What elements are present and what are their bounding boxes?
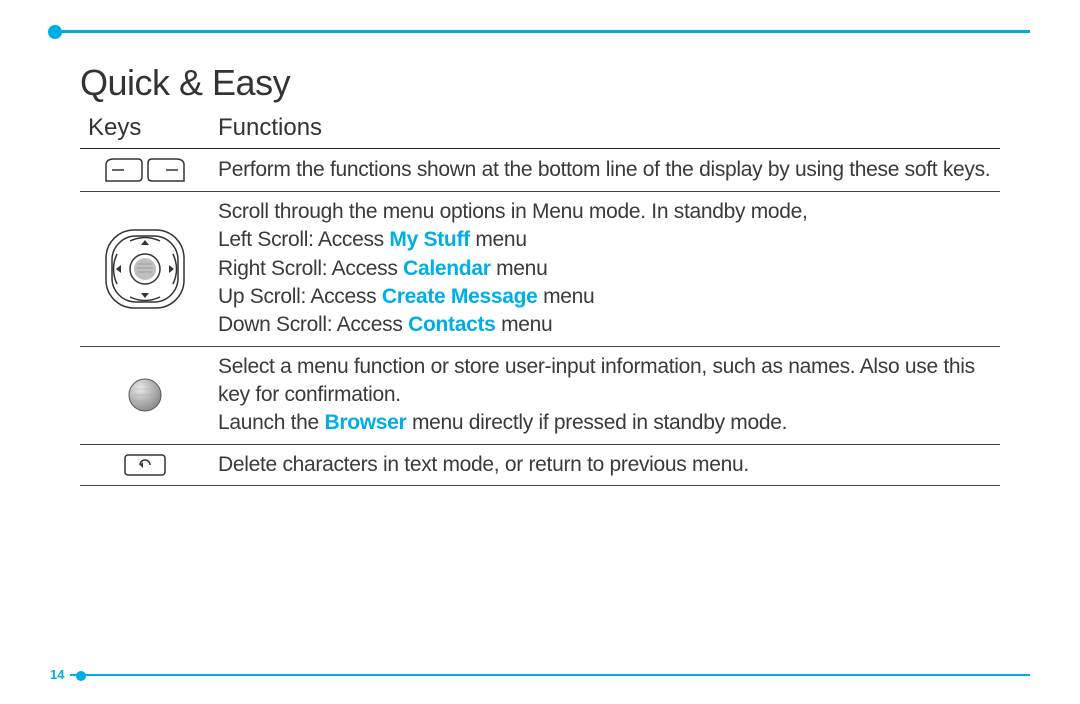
text-fragment: menu [496,313,553,336]
page-title: Quick & Easy [80,62,1000,104]
back-key-icon [122,452,168,478]
key-cell-center [80,346,210,444]
dpad-left-line: Left Scroll: Access My Stuff menu [218,226,992,254]
header-keys: Keys [80,112,210,149]
link-create-message[interactable]: Create Message [382,285,538,308]
text-fragment: Up Scroll: Access [218,285,382,308]
bottom-rule: 14 [50,674,1030,676]
function-cell: Delete characters in text mode, or retur… [210,444,1000,485]
table-row: Delete characters in text mode, or retur… [80,444,1000,485]
soft-keys-icon [102,155,188,185]
center-line-a: Select a menu function or store user-inp… [218,353,992,410]
dpad-right-line: Right Scroll: Access Calendar menu [218,255,992,283]
header-functions: Functions [210,112,1000,149]
center-line-b: Launch the Browser menu directly if pres… [218,409,992,437]
dpad-intro: Scroll through the menu options in Menu … [218,198,992,226]
page-number: 14 [50,667,70,682]
key-cell-dpad [80,192,210,347]
link-calendar[interactable]: Calendar [403,257,490,280]
function-text: Delete characters in text mode, or retur… [218,453,749,476]
function-text: Perform the functions shown at the botto… [218,158,990,181]
table-row: Perform the functions shown at the botto… [80,149,1000,192]
function-cell: Select a menu function or store user-inp… [210,346,1000,444]
text-fragment: Launch the [218,411,324,434]
footer: 14 [50,674,1030,676]
text-fragment: menu directly if pressed in standby mode… [406,411,787,434]
link-my-stuff[interactable]: My Stuff [389,228,469,251]
link-contacts[interactable]: Contacts [408,313,495,336]
key-cell-softkeys [80,149,210,192]
content-area: Quick & Easy Keys Functions [50,44,1030,486]
text-fragment: Left Scroll: Access [218,228,389,251]
page-frame: Quick & Easy Keys Functions [50,30,1030,664]
text-fragment: menu [470,228,527,251]
text-fragment: Down Scroll: Access [218,313,408,336]
key-cell-back [80,444,210,485]
dpad-down-line: Down Scroll: Access Contacts menu [218,311,992,339]
text-fragment: Right Scroll: Access [218,257,403,280]
table-row: Scroll through the menu options in Menu … [80,192,1000,347]
center-ball-icon [125,375,165,415]
dpad-icon [100,224,190,314]
dpad-up-line: Up Scroll: Access Create Message menu [218,283,992,311]
table-row: Select a menu function or store user-inp… [80,346,1000,444]
table-header-row: Keys Functions [80,112,1000,149]
function-cell: Perform the functions shown at the botto… [210,149,1000,192]
link-browser[interactable]: Browser [324,411,406,434]
top-rule [50,30,1030,44]
text-fragment: menu [538,285,595,308]
function-cell: Scroll through the menu options in Menu … [210,192,1000,347]
text-fragment: menu [491,257,548,280]
keys-functions-table: Keys Functions [80,112,1000,486]
